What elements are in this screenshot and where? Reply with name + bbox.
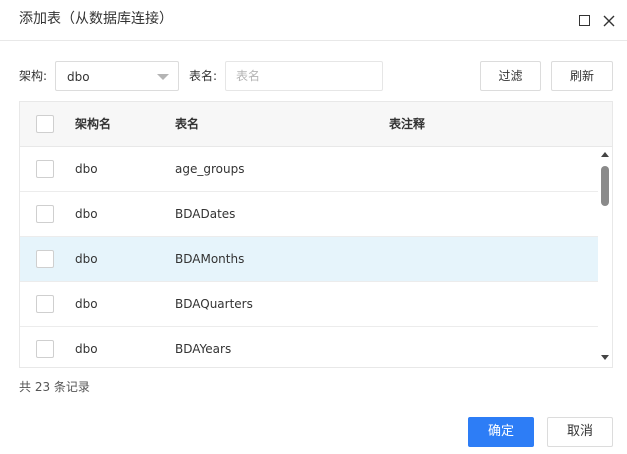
filter-row: 架构: dbo 表名: 过滤 刷新 — [0, 60, 627, 92]
cell-table-name: BDAYears — [175, 342, 232, 356]
ok-button[interactable]: 确定 — [468, 417, 534, 447]
filter-button[interactable]: 过滤 — [480, 61, 541, 91]
row-checkbox[interactable] — [36, 340, 54, 358]
vertical-scrollbar[interactable] — [598, 147, 612, 367]
cell-schema: dbo — [75, 342, 98, 356]
grid-header-gutter — [598, 102, 612, 147]
schema-select-value: dbo — [67, 70, 90, 84]
schema-select[interactable]: dbo — [55, 61, 179, 91]
table-grid: 架构名 表名 表注释 dbo age_groups dbo BDADates d… — [19, 101, 613, 368]
cell-schema: dbo — [75, 162, 98, 176]
add-table-dialog: 添加表（从数据库连接） 架构: dbo 表名: 过滤 刷新 架构名 表名 表注释… — [0, 0, 627, 454]
cell-schema: dbo — [75, 207, 98, 221]
table-row[interactable]: dbo BDADates — [20, 192, 598, 237]
table-row[interactable]: dbo BDAMonths — [20, 237, 598, 282]
record-count: 共 23 条记录 — [19, 380, 90, 394]
scrollbar-thumb[interactable] — [601, 166, 609, 206]
row-checkbox[interactable] — [36, 160, 54, 178]
scroll-down-arrow-icon[interactable] — [601, 355, 609, 360]
refresh-button[interactable]: 刷新 — [551, 61, 613, 91]
column-header-table-name[interactable]: 表名 — [175, 116, 199, 132]
cell-table-name: BDAQuarters — [175, 297, 253, 311]
table-name-input[interactable] — [225, 61, 383, 91]
cell-table-name: BDADates — [175, 207, 236, 221]
table-row[interactable]: dbo age_groups — [20, 147, 598, 192]
cancel-button[interactable]: 取消 — [547, 417, 613, 447]
schema-label: 架构: — [19, 69, 48, 83]
column-header-schema[interactable]: 架构名 — [75, 116, 111, 132]
cell-table-name: BDAMonths — [175, 252, 245, 266]
row-checkbox[interactable] — [36, 250, 54, 268]
column-header-comment[interactable]: 表注释 — [389, 116, 425, 132]
cell-schema: dbo — [75, 297, 98, 311]
grid-body: dbo age_groups dbo BDADates dbo BDAMonth… — [20, 147, 598, 367]
row-checkbox[interactable] — [36, 205, 54, 223]
chevron-down-icon — [157, 74, 169, 80]
scroll-up-arrow-icon[interactable] — [601, 152, 609, 157]
row-checkbox[interactable] — [36, 295, 54, 313]
table-row[interactable]: dbo BDAYears — [20, 327, 598, 367]
cell-schema: dbo — [75, 252, 98, 266]
table-name-label: 表名: — [189, 69, 218, 83]
dialog-titlebar: 添加表（从数据库连接） — [0, 0, 627, 41]
grid-header: 架构名 表名 表注释 — [20, 102, 598, 147]
select-all-checkbox[interactable] — [36, 115, 54, 133]
table-row[interactable]: dbo BDAQuarters — [20, 282, 598, 327]
maximize-icon[interactable] — [576, 12, 594, 30]
close-icon[interactable] — [600, 12, 618, 30]
dialog-title: 添加表（从数据库连接） — [19, 11, 173, 27]
cell-table-name: age_groups — [175, 162, 245, 176]
